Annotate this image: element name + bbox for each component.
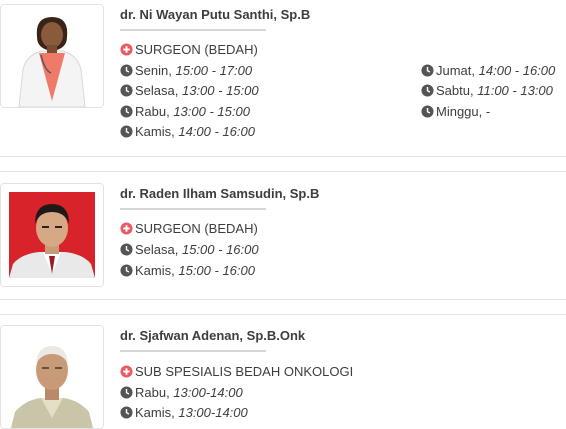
doctor-name[interactable]: dr. Sjafwan Adenan, Sp.B.Onk (120, 328, 305, 343)
schedule-time: 13:00 - 15:00 (173, 104, 250, 119)
doctor-name[interactable]: dr. Raden Ilham Samsudin, Sp.B (120, 186, 319, 201)
schedule-time: 11:00 - 13:00 (477, 83, 553, 98)
name-underline (120, 29, 266, 31)
schedule-day: Kamis (135, 405, 172, 420)
schedule-time: - (485, 104, 491, 119)
specialty: SURGEON (BEDAH) (120, 42, 258, 57)
schedule-item: Selasa, 13:00 - 15:00 (120, 83, 259, 98)
schedule-time: 15:00 - 16:00 (178, 263, 255, 278)
schedule-day: Minggu (436, 104, 479, 119)
clock-icon (120, 125, 133, 138)
schedule-item: Rabu, 13:00 - 15:00 (120, 104, 250, 119)
doctor-photo[interactable] (0, 325, 104, 429)
schedule-day: Kamis (135, 124, 172, 139)
card-divider (0, 314, 566, 315)
schedule-item: Jumat, 14:00 - 16:00 (421, 63, 555, 78)
doctor-photo[interactable] (0, 4, 104, 108)
doctor-photo-image (1, 5, 103, 107)
schedule-time: 13:00-14:00 (178, 405, 248, 420)
doctor-photo[interactable] (0, 183, 104, 287)
specialty-label: SUB SPESIALIS BEDAH ONKOLOGI (135, 364, 354, 379)
schedule-time: 14:00 - 16:00 (178, 124, 255, 139)
schedule-item: Kamis, 13:00-14:00 (120, 405, 248, 420)
specialty-label: SURGEON (BEDAH) (135, 42, 258, 57)
plus-circle-icon (120, 365, 133, 378)
schedule-day: Senin (135, 63, 169, 78)
schedule-day: Kamis (135, 263, 172, 278)
specialty-label: SURGEON (BEDAH) (135, 221, 258, 236)
clock-icon (421, 84, 434, 97)
clock-icon (120, 406, 133, 419)
card-divider (0, 156, 566, 157)
card-divider (0, 171, 566, 172)
clock-icon (421, 105, 434, 118)
schedule-time: 15:00 - 17:00 (175, 63, 253, 78)
schedule-time: 13:00-14:00 (173, 385, 243, 400)
schedule-day: Selasa (135, 83, 175, 98)
schedule-item: Kamis, 15:00 - 16:00 (120, 263, 255, 278)
doctor-name[interactable]: dr. Ni Wayan Putu Santhi, Sp.B (120, 7, 310, 22)
schedule-time: 15:00 - 16:00 (181, 242, 259, 257)
schedule-item: Kamis, 14:00 - 16:00 (120, 124, 255, 139)
schedule-day: Selasa (135, 242, 175, 257)
schedule-item: Rabu, 13:00-14:00 (120, 385, 243, 400)
name-underline (120, 350, 266, 352)
schedule-item: Sabtu, 11:00 - 13:00 (421, 83, 553, 98)
clock-icon (120, 243, 133, 256)
specialty: SURGEON (BEDAH) (120, 221, 258, 236)
specialty: SUB SPESIALIS BEDAH ONKOLOGI (120, 364, 353, 379)
doctor-photo-image (1, 326, 103, 428)
clock-icon (421, 64, 434, 77)
schedule-time: 13:00 - 15:00 (181, 83, 259, 98)
clock-icon (120, 105, 133, 118)
schedule-time: 14:00 - 16:00 (478, 63, 556, 78)
schedule-item: Minggu, - (421, 104, 490, 119)
schedule-day: Rabu (135, 104, 167, 119)
clock-icon (120, 64, 133, 77)
schedule-item: Selasa, 15:00 - 16:00 (120, 242, 259, 257)
schedule-day: Jumat (436, 63, 472, 78)
schedule-item: Senin, 15:00 - 17:00 (120, 63, 252, 78)
clock-icon (120, 386, 133, 399)
schedule-day: Sabtu (436, 83, 470, 98)
clock-icon (120, 84, 133, 97)
plus-circle-icon (120, 222, 133, 235)
schedule-day: Rabu (135, 385, 167, 400)
plus-circle-icon (120, 43, 133, 56)
card-divider (0, 299, 566, 300)
clock-icon (120, 264, 133, 277)
doctor-photo-image (1, 184, 103, 286)
name-underline (120, 208, 266, 210)
